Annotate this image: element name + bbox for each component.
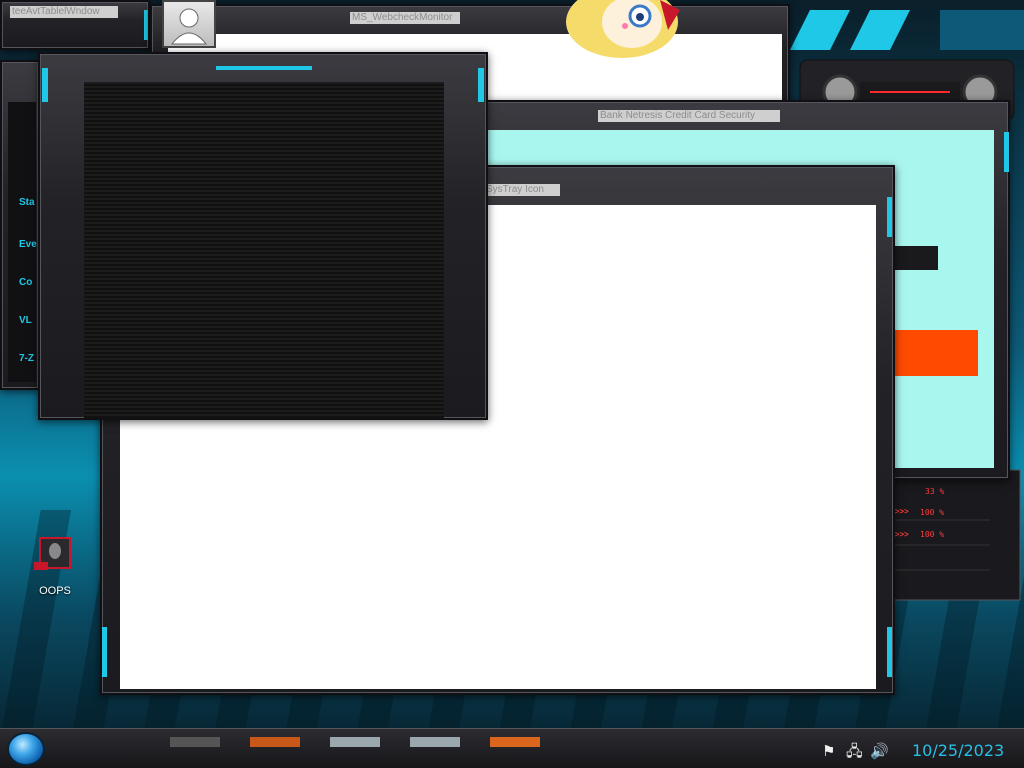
window-title: Bank Netresis Credit Card Security: [598, 110, 780, 122]
taskbar-button[interactable]: [410, 737, 460, 747]
window-title: teeAvtTablelWndow: [10, 6, 118, 18]
taskbar-button[interactable]: [170, 737, 220, 747]
volume-icon[interactable]: 🔊: [870, 744, 889, 760]
gauge-readout: 33 %: [925, 487, 945, 496]
window-client-area: [84, 82, 444, 418]
taskbar-clock[interactable]: 10/25/2023: [912, 741, 1004, 760]
app-list-item[interactable]: VL: [19, 315, 32, 326]
frame-accent: [478, 68, 484, 102]
frame-accent: [887, 197, 892, 237]
taskbar-button[interactable]: [490, 737, 540, 747]
app-list-item[interactable]: Eve: [19, 239, 37, 250]
window-title: MS_WebcheckMonitor: [350, 12, 460, 24]
frame-accent: [102, 627, 107, 677]
desktop-icon-oops[interactable]: OOPS: [30, 536, 80, 597]
flag-icon[interactable]: ⚑: [822, 744, 835, 760]
window-title: SysTray Icon: [484, 184, 560, 196]
frame-accent: [144, 10, 148, 40]
alert-panel: [890, 330, 978, 376]
window-black-panel[interactable]: [38, 52, 488, 420]
gauge-readout: 100 %: [920, 530, 945, 539]
window-top-left[interactable]: teeAvtTablelWndow: [0, 0, 150, 50]
window-app-list[interactable]: [0, 60, 40, 390]
alienware-icon: [34, 537, 71, 570]
frame-accent: [216, 66, 312, 70]
start-orb-icon[interactable]: [7, 732, 45, 766]
frame-accent: [1004, 132, 1009, 172]
frame-accent: [887, 627, 892, 677]
app-list-item[interactable]: Sta: [19, 197, 35, 208]
status-bar-dark: [890, 246, 938, 270]
user-icon: [170, 8, 208, 45]
app-list-item[interactable]: 7-Z: [19, 353, 34, 364]
app-list-item[interactable]: Co: [19, 277, 32, 288]
taskbar-button[interactable]: [330, 737, 380, 747]
mascot-sticker: [566, 0, 680, 58]
taskbar-button[interactable]: [250, 737, 300, 747]
network-icon[interactable]: 🖧: [846, 744, 863, 760]
desktop-icon-label: OOPS: [39, 585, 71, 597]
user-profile-tile[interactable]: [162, 0, 216, 48]
gauge-readout: 100 %: [920, 508, 945, 517]
frame-accent: [42, 68, 48, 102]
